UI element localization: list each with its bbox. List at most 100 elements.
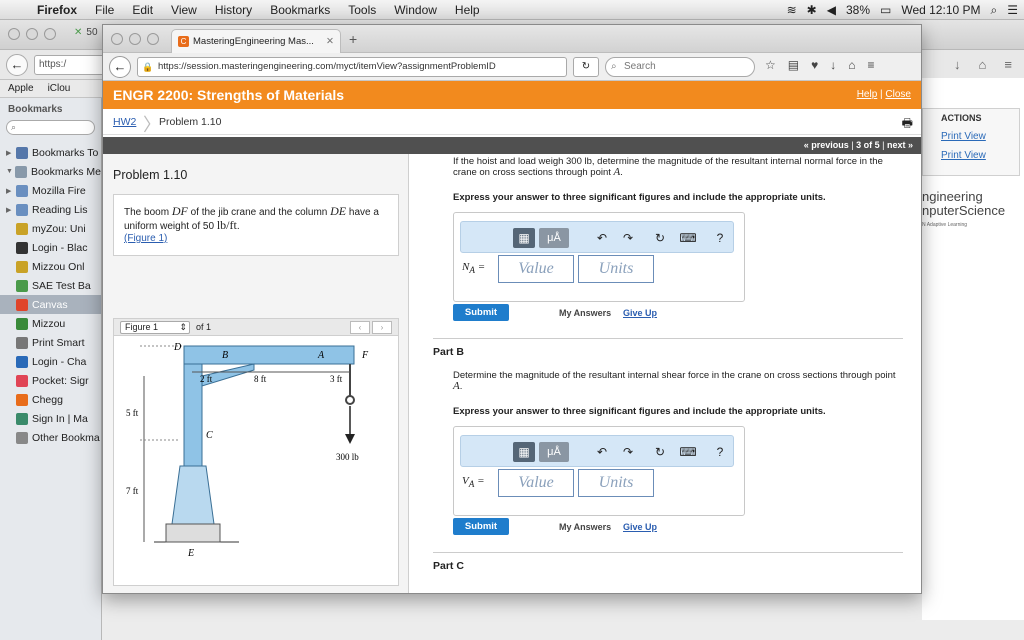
units-input[interactable]: Units xyxy=(578,469,654,497)
undo-icon[interactable]: ↶ xyxy=(595,442,609,462)
disclosure-triangle-icon[interactable]: ▶ xyxy=(6,149,16,157)
sidebar-item[interactable]: myZou: Uni xyxy=(0,219,101,238)
home-icon[interactable]: ⌂ xyxy=(848,58,855,72)
submit-button-part-a[interactable]: Submit xyxy=(453,304,509,321)
sidebar-item[interactable]: Other Bookma xyxy=(0,428,101,447)
menu-help[interactable]: Help xyxy=(446,3,489,17)
value-input[interactable]: Value xyxy=(498,469,574,497)
give-up-link[interactable]: Give Up xyxy=(623,522,657,532)
sidebar-item[interactable]: ▶ Mozilla Fire xyxy=(0,181,101,200)
background-url-field[interactable]: https:/ xyxy=(34,55,106,75)
back-arrow-icon[interactable]: ← xyxy=(6,54,28,76)
template-icon[interactable]: ▦ xyxy=(513,228,535,248)
search-input[interactable]: ⌕ Search xyxy=(605,57,755,77)
hamburger-menu-icon[interactable]: ≡ xyxy=(867,58,874,72)
part-c-label[interactable]: Part C xyxy=(433,560,464,572)
zoom-window-button[interactable] xyxy=(147,33,159,45)
url-field[interactable]: 🔒 https://session.masteringengineering.c… xyxy=(137,57,567,77)
units-input[interactable]: Units xyxy=(578,255,654,283)
sidebar-item[interactable]: Login - Cha xyxy=(0,352,101,371)
disclosure-triangle-icon[interactable]: ▼ xyxy=(6,168,15,175)
keyboard-icon[interactable]: ⌨ xyxy=(679,442,697,462)
sidebar-item[interactable]: SAE Test Ba xyxy=(0,276,101,295)
battery-icon[interactable]: ▭ xyxy=(880,3,891,17)
figure-link[interactable]: (Figure 1) xyxy=(124,233,167,244)
disclosure-triangle-icon[interactable]: ▶ xyxy=(6,206,16,214)
my-answers-link[interactable]: My Answers xyxy=(559,308,611,318)
menu-file[interactable]: File xyxy=(86,3,123,17)
home-icon[interactable]: ⌂ xyxy=(979,57,987,72)
disclosure-triangle-icon[interactable]: ▶ xyxy=(6,187,16,195)
print-view-link-2[interactable]: Print View xyxy=(923,146,1019,165)
menu-tools[interactable]: Tools xyxy=(339,3,385,17)
menu-history[interactable]: History xyxy=(206,3,261,17)
reset-icon[interactable]: ↻ xyxy=(653,228,667,248)
give-up-link[interactable]: Give Up xyxy=(623,308,657,318)
bookmark-icloud[interactable]: iClou xyxy=(48,83,71,94)
download-icon[interactable]: ↓ xyxy=(954,57,961,72)
template-icon[interactable]: ▦ xyxy=(513,442,535,462)
sidebar-item[interactable]: Canvas xyxy=(0,295,101,314)
breadcrumb-hw2[interactable]: HW2 xyxy=(113,116,136,128)
spotlight-icon[interactable]: ⌕ xyxy=(991,3,998,18)
new-tab-icon[interactable]: + xyxy=(349,31,357,47)
tab-mastering-engineering[interactable]: C MasteringEngineering Mas... ✕ xyxy=(171,29,341,53)
value-input[interactable]: Value xyxy=(498,255,574,283)
sidebar-item[interactable]: Mizzou xyxy=(0,314,101,333)
undo-icon[interactable]: ↶ xyxy=(595,228,609,248)
wifi-icon[interactable]: ≋ xyxy=(787,3,797,17)
close-window-button[interactable] xyxy=(111,33,123,45)
bookmark-star-icon[interactable]: ☆ xyxy=(765,58,776,72)
sidebar-item[interactable]: Chegg xyxy=(0,390,101,409)
menu-view[interactable]: View xyxy=(162,3,206,17)
next-link[interactable]: next » xyxy=(887,140,913,150)
sidebar-item[interactable]: Mizzou Onl xyxy=(0,257,101,276)
close-window-button[interactable] xyxy=(8,28,20,40)
help-link[interactable]: Help xyxy=(857,89,878,100)
menu-bookmarks[interactable]: Bookmarks xyxy=(261,3,339,17)
sidebar-item[interactable]: ▶ Reading Lis xyxy=(0,200,101,219)
menu-edit[interactable]: Edit xyxy=(123,3,162,17)
my-answers-link[interactable]: My Answers xyxy=(559,522,611,532)
menu-window[interactable]: Window xyxy=(385,3,446,17)
sidebar-item[interactable]: Login - Blac xyxy=(0,238,101,257)
previous-link[interactable]: « previous xyxy=(804,140,849,150)
figure-prev-button[interactable]: ‹ xyxy=(350,321,370,334)
bluetooth-icon[interactable]: ✱ xyxy=(807,3,817,17)
sidebar-item[interactable]: Pocket: Sigr xyxy=(0,371,101,390)
sidebar-item[interactable]: ▶ Bookmarks To xyxy=(0,143,101,162)
clock[interactable]: Wed 12:10 PM xyxy=(901,3,980,17)
sidebar-search-input[interactable]: ⌕ xyxy=(6,120,95,135)
help-button[interactable]: ? xyxy=(713,228,727,248)
part-b-label[interactable]: Part B xyxy=(433,346,464,358)
minimize-window-button[interactable] xyxy=(26,28,38,40)
reading-list-icon[interactable]: ▤ xyxy=(788,58,799,72)
zoom-window-button[interactable] xyxy=(44,28,56,40)
hamburger-menu-icon[interactable]: ≡ xyxy=(1004,57,1012,72)
reset-icon[interactable]: ↻ xyxy=(653,442,667,462)
background-tab[interactable]: ✕ 50 xyxy=(74,27,98,38)
sidebar-item[interactable]: ▼ Bookmarks Me xyxy=(0,162,101,181)
menu-app-name[interactable]: Firefox xyxy=(28,3,86,17)
redo-icon[interactable]: ↷ xyxy=(621,442,635,462)
sidebar-item[interactable]: Sign In | Ma xyxy=(0,409,101,428)
close-link[interactable]: Close xyxy=(885,89,911,100)
volume-icon[interactable]: ◀ xyxy=(827,3,836,17)
units-button[interactable]: μÅ xyxy=(539,228,569,248)
reload-icon[interactable]: ↻ xyxy=(573,57,599,77)
figure-select[interactable]: Figure 1 ⇕ xyxy=(120,321,190,334)
help-button[interactable]: ? xyxy=(713,442,727,462)
print-view-link-1[interactable]: Print View xyxy=(923,127,1019,146)
close-tab-icon[interactable]: ✕ xyxy=(326,36,334,47)
download-icon[interactable]: ↓ xyxy=(830,58,836,72)
submit-button-part-b[interactable]: Submit xyxy=(453,518,509,535)
pocket-icon[interactable]: ♥ xyxy=(811,58,818,72)
keyboard-icon[interactable]: ⌨ xyxy=(679,228,697,248)
bookmark-apple[interactable]: Apple xyxy=(8,83,34,94)
figure-next-button[interactable]: › xyxy=(372,321,392,334)
sidebar-item[interactable]: Print Smart xyxy=(0,333,101,352)
units-button[interactable]: μÅ xyxy=(539,442,569,462)
minimize-window-button[interactable] xyxy=(129,33,141,45)
notification-center-icon[interactable]: ☰ xyxy=(1007,3,1018,17)
printer-icon[interactable]: 🖶 xyxy=(902,114,913,135)
